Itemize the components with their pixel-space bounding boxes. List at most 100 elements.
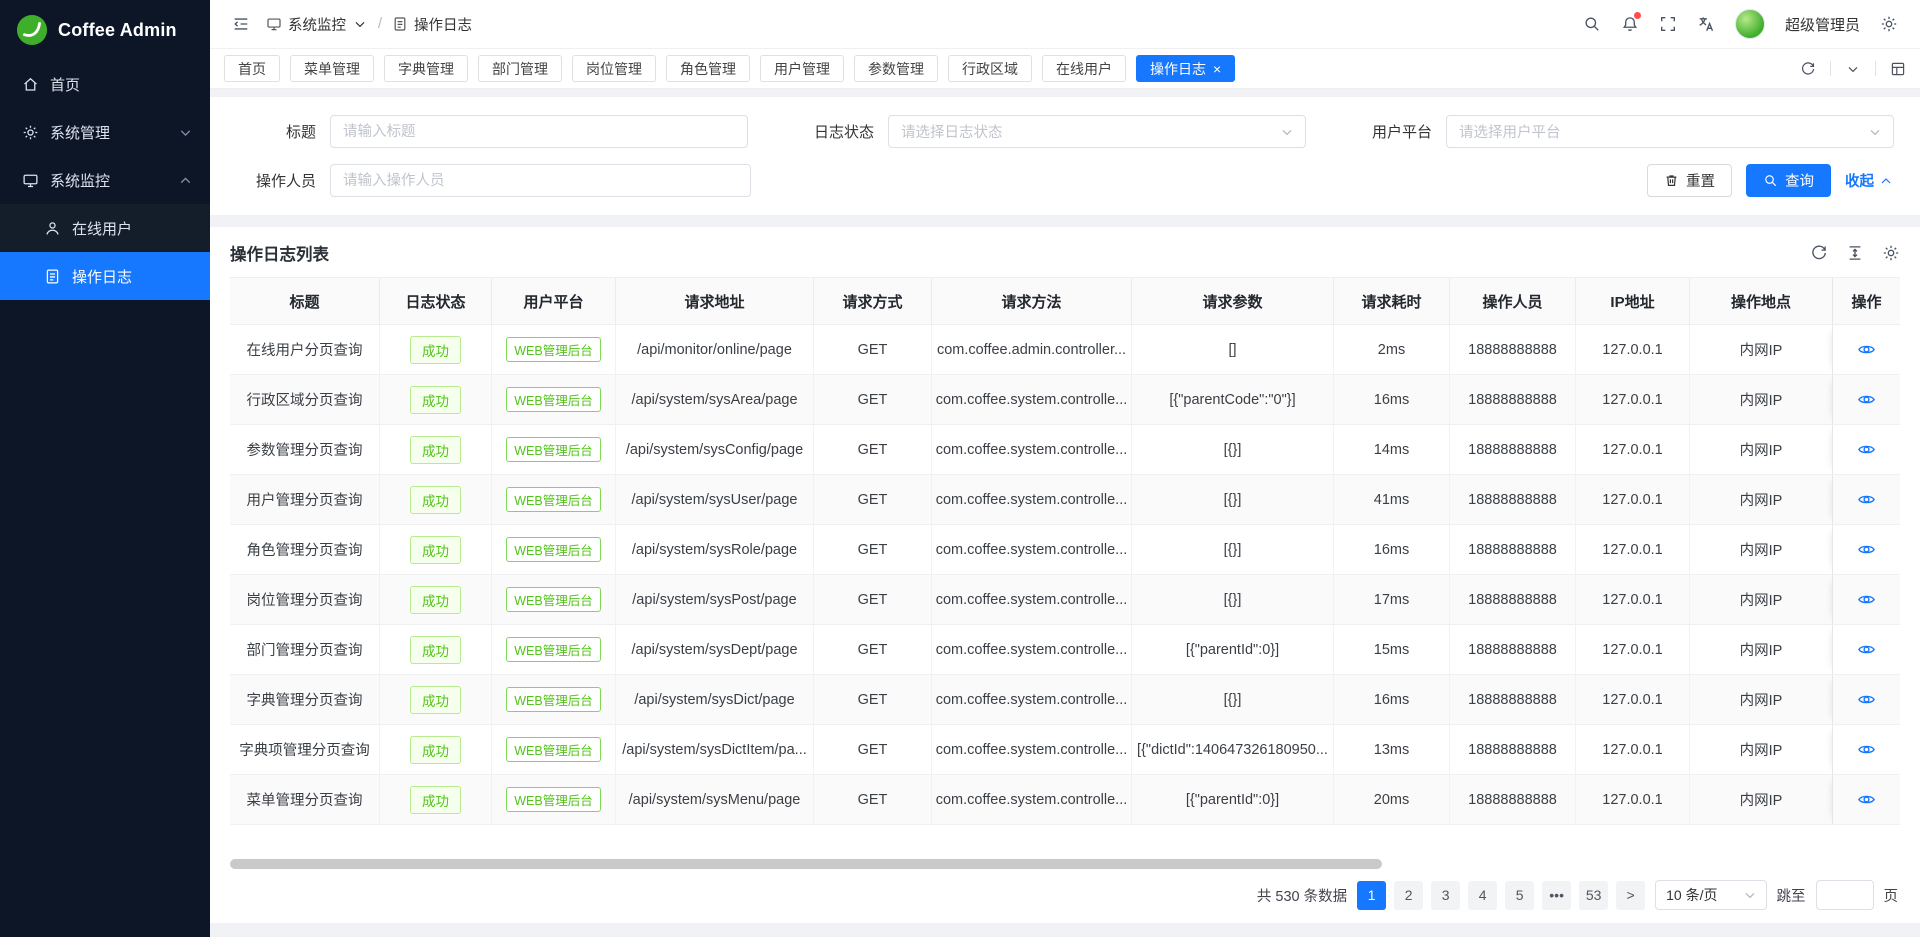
tab[interactable]: 部门管理 ×: [478, 55, 562, 82]
column-settings-icon[interactable]: [1882, 244, 1900, 262]
column-header: 请求方法: [932, 278, 1132, 324]
cell-status: 成功: [380, 625, 492, 674]
refresh-icon[interactable]: [1800, 61, 1816, 77]
table-row: 字典管理分页查询 成功 WEB管理后台 /api/system/sysDict/…: [230, 675, 1900, 725]
collapse-filter-link[interactable]: 收起: [1845, 170, 1894, 191]
cell-request-url: /api/system/sysRole/page: [616, 525, 814, 574]
search-button[interactable]: 查询: [1746, 164, 1831, 197]
reset-button[interactable]: 重置: [1647, 164, 1732, 197]
tab[interactable]: 操作日志 ×: [1136, 55, 1235, 82]
row-height-icon[interactable]: [1846, 244, 1864, 262]
view-detail-icon[interactable]: [1857, 390, 1876, 409]
jump-page-input[interactable]: [1816, 880, 1874, 910]
tab[interactable]: 字典管理 ×: [384, 55, 468, 82]
sidebar-item-system-management[interactable]: 系统管理: [0, 108, 210, 156]
cell-duration: 2ms: [1334, 325, 1450, 374]
breadcrumb-page[interactable]: 操作日志: [392, 14, 472, 35]
scrollbar-thumb[interactable]: [230, 859, 1382, 869]
cell-request-params: [{"dictId":140647326180950...: [1132, 725, 1334, 774]
log-status-select[interactable]: 请选择日志状态: [888, 115, 1306, 148]
cell-ip: 127.0.0.1: [1576, 725, 1690, 774]
tab[interactable]: 菜单管理 ×: [290, 55, 374, 82]
sidebar-item-home[interactable]: 首页: [0, 60, 210, 108]
view-detail-icon[interactable]: [1857, 590, 1876, 609]
view-detail-icon[interactable]: [1857, 690, 1876, 709]
table-empty-space: [230, 825, 1900, 855]
page-button[interactable]: •••: [1542, 881, 1571, 910]
page-button[interactable]: 4: [1468, 881, 1497, 910]
cell-ip: 127.0.0.1: [1576, 525, 1690, 574]
cell-duration: 16ms: [1334, 525, 1450, 574]
chevron-up-icon: [177, 172, 194, 189]
jump-label: 跳至: [1777, 885, 1806, 906]
view-detail-icon[interactable]: [1857, 740, 1876, 759]
app-title: Coffee Admin: [58, 20, 177, 41]
view-detail-icon[interactable]: [1857, 540, 1876, 559]
search-icon[interactable]: [1583, 15, 1601, 33]
cell-platform: WEB管理后台: [492, 425, 616, 474]
tab[interactable]: 首页 ×: [224, 55, 280, 82]
sidebar-item-operation-log[interactable]: 操作日志: [0, 252, 210, 300]
platform-badge: WEB管理后台: [506, 587, 600, 612]
title-input[interactable]: [330, 115, 748, 148]
filter-row-2: 操作人员 重置: [220, 164, 1894, 197]
view-detail-icon[interactable]: [1857, 640, 1876, 659]
fullscreen-icon[interactable]: [1659, 15, 1677, 33]
tab-label: 首页: [238, 59, 266, 79]
platform-badge: WEB管理后台: [506, 387, 600, 412]
tab-close-icon[interactable]: ×: [1213, 62, 1221, 76]
tab[interactable]: 角色管理 ×: [666, 55, 750, 82]
user-avatar[interactable]: [1735, 9, 1765, 39]
field-operator: 操作人员: [220, 164, 781, 197]
layout-icon[interactable]: [1890, 61, 1906, 77]
cell-request-method: GET: [814, 475, 932, 524]
view-detail-icon[interactable]: [1857, 440, 1876, 459]
cell-ip: 127.0.0.1: [1576, 325, 1690, 374]
sidebar-submenu-monitor: 在线用户 操作日志: [0, 204, 210, 300]
cell-action: [1832, 375, 1900, 424]
platform-badge: WEB管理后台: [506, 487, 600, 512]
breadcrumb-section[interactable]: 系统监控: [266, 14, 368, 35]
tab[interactable]: 在线用户 ×: [1042, 55, 1126, 82]
page-button[interactable]: 1: [1357, 881, 1386, 910]
translate-icon[interactable]: [1697, 15, 1715, 33]
tab[interactable]: 参数管理 ×: [854, 55, 938, 82]
view-detail-icon[interactable]: [1857, 490, 1876, 509]
cell-request-function: com.coffee.admin.controller...: [932, 325, 1132, 374]
reload-icon[interactable]: [1810, 244, 1828, 262]
user-platform-select[interactable]: 请选择用户平台: [1446, 115, 1894, 148]
cell-request-params: [{"parentId":0}]: [1132, 625, 1334, 674]
notification-bell-icon[interactable]: [1621, 15, 1639, 33]
table-row: 行政区域分页查询 成功 WEB管理后台 /api/system/sysArea/…: [230, 375, 1900, 425]
tab[interactable]: 用户管理 ×: [760, 55, 844, 82]
page-button[interactable]: 5: [1505, 881, 1534, 910]
column-header: 请求地址: [616, 278, 814, 324]
cell-request-function: com.coffee.system.controlle...: [932, 475, 1132, 524]
cell-operator: 18888888888: [1450, 425, 1576, 474]
cell-request-url: /api/monitor/online/page: [616, 325, 814, 374]
status-badge: 成功: [410, 586, 461, 614]
platform-badge: WEB管理后台: [506, 537, 600, 562]
cell-status: 成功: [380, 575, 492, 624]
operator-input[interactable]: [330, 164, 751, 197]
chevron-down-icon[interactable]: [1845, 61, 1861, 77]
tab[interactable]: 岗位管理 ×: [572, 55, 656, 82]
tab[interactable]: 行政区域 ×: [948, 55, 1032, 82]
page-button[interactable]: >: [1616, 881, 1645, 910]
page-button[interactable]: 53: [1579, 881, 1608, 910]
platform-badge: WEB管理后台: [506, 787, 600, 812]
page-button[interactable]: 3: [1431, 881, 1460, 910]
view-detail-icon[interactable]: [1857, 790, 1876, 809]
cell-status: 成功: [380, 525, 492, 574]
cell-status: 成功: [380, 675, 492, 724]
settings-gear-icon[interactable]: [1880, 15, 1898, 33]
page-button[interactable]: 2: [1394, 881, 1423, 910]
cell-request-params: []: [1132, 325, 1334, 374]
page-size-select[interactable]: 10 条/页: [1655, 880, 1766, 910]
view-detail-icon[interactable]: [1857, 340, 1876, 359]
chevron-up-icon: [1878, 173, 1894, 189]
sidebar-item-system-monitor[interactable]: 系统监控: [0, 156, 210, 204]
cell-location: 内网IP: [1690, 575, 1832, 624]
menu-fold-icon[interactable]: [232, 15, 250, 33]
sidebar-item-online-users[interactable]: 在线用户: [0, 204, 210, 252]
